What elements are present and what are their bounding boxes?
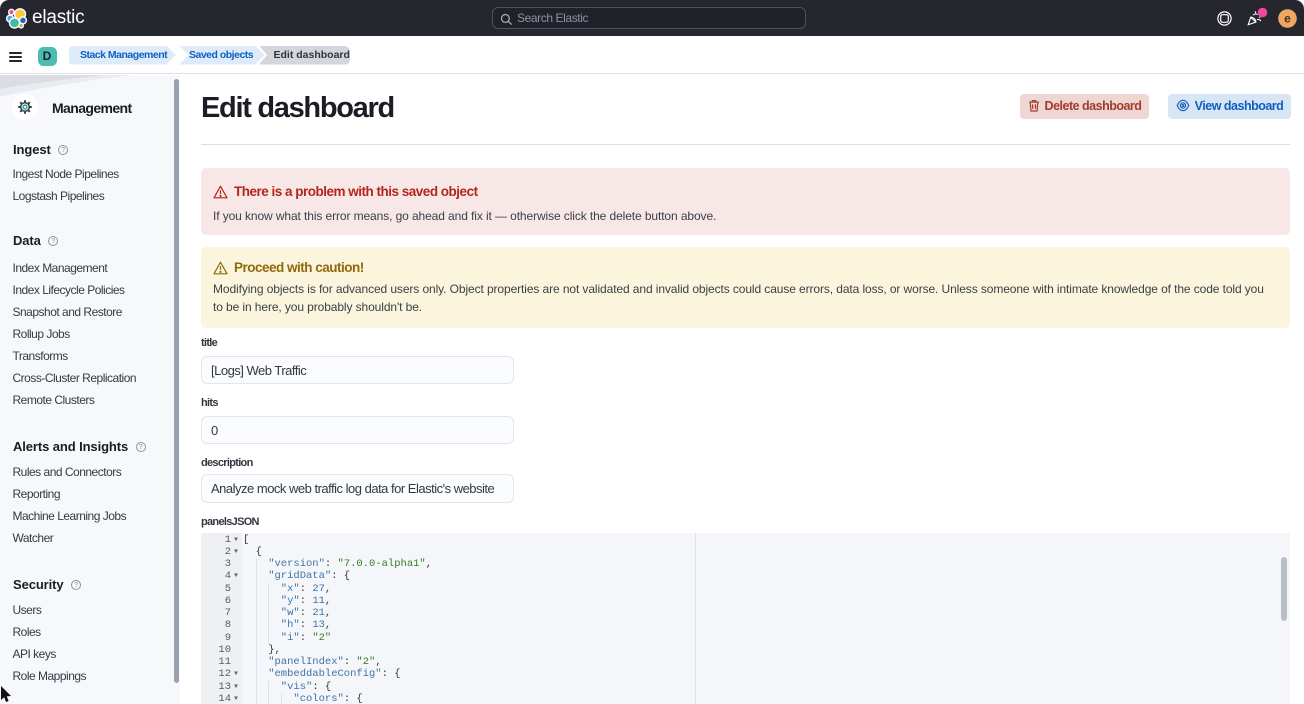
svg-text:e: e <box>1284 12 1291 26</box>
